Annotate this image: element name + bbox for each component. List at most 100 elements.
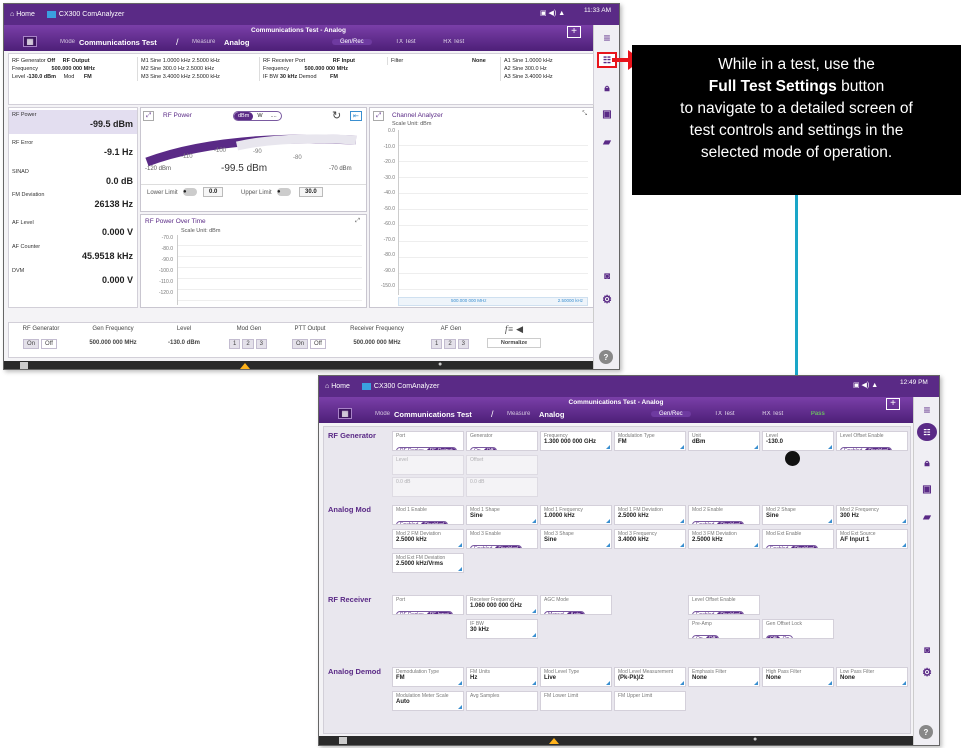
rf-gen-on[interactable]: On [23, 339, 40, 349]
setting-toggle[interactable]: Off On [766, 635, 794, 638]
toggle-option[interactable]: RF Input [426, 612, 452, 614]
tab-tx-test[interactable]: TX Test [706, 411, 742, 417]
setting-toggle[interactable]: RF Duplex RF Output [396, 447, 457, 450]
af-summary[interactable]: A1 Sine 1.0000 kHz A2 Sine 300.0 Hz A3 S… [500, 57, 595, 81]
setting-cell[interactable]: Mod 2 Frequency 300 Hz [836, 505, 908, 525]
drawer-handle-icon[interactable] [549, 738, 559, 744]
toggle-option[interactable]: Disabled [717, 612, 743, 614]
add-tab-button[interactable]: + [567, 26, 581, 38]
toggle-option[interactable]: RF Output [426, 448, 456, 450]
setting-toggle[interactable]: Enabled Disabled [692, 521, 744, 524]
receiver-frequency-control[interactable]: Receiver Frequency 500.000 000 MHz [339, 326, 415, 346]
home-icon[interactable]: ⌂ [10, 11, 14, 18]
filter-summary[interactable]: Filter None [387, 57, 487, 65]
home-link-2[interactable]: Home [331, 383, 350, 390]
toggle-option[interactable]: Disabled [791, 546, 817, 548]
save-icon[interactable]: ▣ [919, 482, 935, 496]
setting-cell[interactable]: Mod Level Measurement (Pk-Pk)/2 [614, 667, 686, 687]
toggle-option[interactable]: Enabled [841, 448, 865, 450]
hamburger-menu-icon[interactable]: ≡ [599, 31, 615, 45]
home-link[interactable]: Home [16, 11, 35, 18]
rf-generator-summary[interactable]: RF Generator Off RF Output Frequency 500… [12, 57, 136, 81]
mod-gen-1[interactable]: 1 [228, 339, 241, 349]
level-control[interactable]: Level -130.0 dBm [155, 326, 213, 346]
af-gen-1[interactable]: 1 [430, 339, 443, 349]
measure-value[interactable]: Analog [224, 38, 249, 47]
upper-limit-value[interactable]: 30.0 [299, 187, 323, 197]
ptt-on[interactable]: On [292, 339, 309, 349]
unit-w[interactable]: W [253, 112, 266, 120]
unit-more[interactable]: .... [267, 112, 281, 120]
setting-toggle[interactable]: Enabled Disabled [840, 447, 892, 450]
setting-cell[interactable]: FM Units Hz [466, 667, 538, 687]
setting-cell[interactable]: Level -130.0 [762, 431, 834, 451]
toggle-option[interactable]: Enabled [397, 522, 421, 524]
upper-limit-toggle[interactable]: ● [277, 188, 291, 196]
screenshot-icon[interactable]: ◙ [599, 269, 615, 283]
rf-generator-control[interactable]: RF Generator On Off [11, 326, 71, 349]
full-test-settings-button[interactable]: ☷ [917, 423, 937, 441]
setting-cell[interactable]: Port RF Duplex RF Output [392, 431, 464, 451]
normalize-control[interactable]: f≡ ◀ Normalize [487, 324, 541, 348]
help-icon[interactable]: ? [919, 725, 933, 739]
setting-toggle[interactable]: Enabled Disabled [692, 611, 744, 614]
folder-icon[interactable]: ▰ [919, 510, 935, 524]
toggle-option[interactable]: Disabled [865, 448, 891, 450]
toggle-option[interactable]: Disabled [495, 546, 521, 548]
refresh-icon[interactable]: ↻ [332, 109, 341, 122]
chan-close-icon[interactable]: ⤡ [582, 111, 587, 118]
toggle-option[interactable]: Enabled [471, 546, 495, 548]
af-gen-3[interactable]: 3 [457, 339, 470, 349]
toggle-option[interactable]: Enabled [693, 612, 717, 614]
tab-pass[interactable]: Pass [803, 411, 833, 417]
drawer-handle-icon[interactable] [240, 363, 250, 369]
folder-icon[interactable]: ▰ [599, 135, 615, 149]
collapse-icon[interactable]: ⇤ [350, 111, 362, 121]
hamburger-menu-icon[interactable]: ≡ [919, 403, 935, 417]
add-tab-button[interactable]: + [886, 398, 900, 410]
overtime-expand-icon[interactable]: ⤢ [355, 218, 360, 225]
measure-value-2[interactable]: Analog [539, 410, 564, 419]
setting-cell[interactable]: Mod Ext Enable Enabled Disabled [762, 529, 834, 549]
receiver-summary[interactable]: RF Receiver Port RF Input Frequency 500.… [259, 57, 384, 81]
mod-gen-3[interactable]: 3 [255, 339, 268, 349]
expand-icon[interactable]: ⤢ [143, 111, 155, 121]
setting-toggle[interactable]: RF Duplex RF Input [396, 611, 453, 614]
toggle-option[interactable]: Manual [545, 612, 567, 614]
setting-toggle[interactable]: On Off [470, 447, 498, 450]
setting-cell[interactable]: Unit dBm [688, 431, 760, 451]
setting-cell[interactable]: Generator On Off [466, 431, 538, 451]
normalize-button[interactable]: Normalize [487, 338, 541, 348]
rf-gen-off[interactable]: Off [41, 339, 57, 349]
settings-gear-icon[interactable]: ⚙ [599, 292, 615, 306]
meter-row[interactable]: SINAD 0.0 dB [9, 167, 137, 191]
setting-toggle[interactable]: Enabled Disabled [470, 545, 522, 548]
settings-gear-icon[interactable]: ⚙ [919, 665, 935, 679]
setting-cell[interactable]: Emphasis Filter None [688, 667, 760, 687]
lock-icon[interactable]: 🔒︎ [919, 456, 935, 470]
lower-limit-toggle[interactable]: ● [183, 188, 197, 196]
meter-row[interactable]: AF Counter 45.9518 kHz [9, 242, 137, 266]
setting-cell[interactable]: Mod 2 FM Deviation 2.5000 kHz [392, 529, 464, 549]
setting-cell[interactable]: Mod 2 Shape Sine [762, 505, 834, 525]
meter-row[interactable]: RF Power -99.5 dBm [9, 110, 137, 134]
home-icon[interactable]: ⌂ [325, 383, 329, 390]
setting-cell[interactable]: Frequency 1.300 000 000 GHz [540, 431, 612, 451]
toggle-option[interactable]: RF Duplex [397, 448, 427, 450]
setting-cell[interactable]: Mod Level Type Live [540, 667, 612, 687]
tab-rx-test[interactable]: RX Test [754, 411, 791, 417]
af-gen-2[interactable]: 2 [444, 339, 456, 349]
toggle-option[interactable]: On [780, 636, 793, 638]
setting-toggle[interactable]: Enabled Disabled [396, 521, 448, 524]
setting-cell[interactable]: Mod 2 Enable Enabled Disabled [688, 505, 760, 525]
chan-expand-icon[interactable]: ⤢ [373, 111, 385, 121]
unit-toggle[interactable]: dBm W .... [233, 111, 282, 121]
toggle-option[interactable]: RF Duplex [397, 612, 427, 614]
mode-value-2[interactable]: Communications Test [394, 410, 472, 419]
toggle-option[interactable]: Off [483, 448, 497, 450]
setting-cell[interactable]: Mod Ext FM Deviation 2.5000 kHz/Vrms [392, 553, 464, 573]
save-icon[interactable]: ▣ [599, 107, 615, 121]
mode-value[interactable]: Communications Test [79, 38, 157, 47]
setting-cell[interactable]: Gen Offset Lock Off On [762, 619, 834, 639]
toggle-option[interactable]: Auto [567, 612, 584, 614]
